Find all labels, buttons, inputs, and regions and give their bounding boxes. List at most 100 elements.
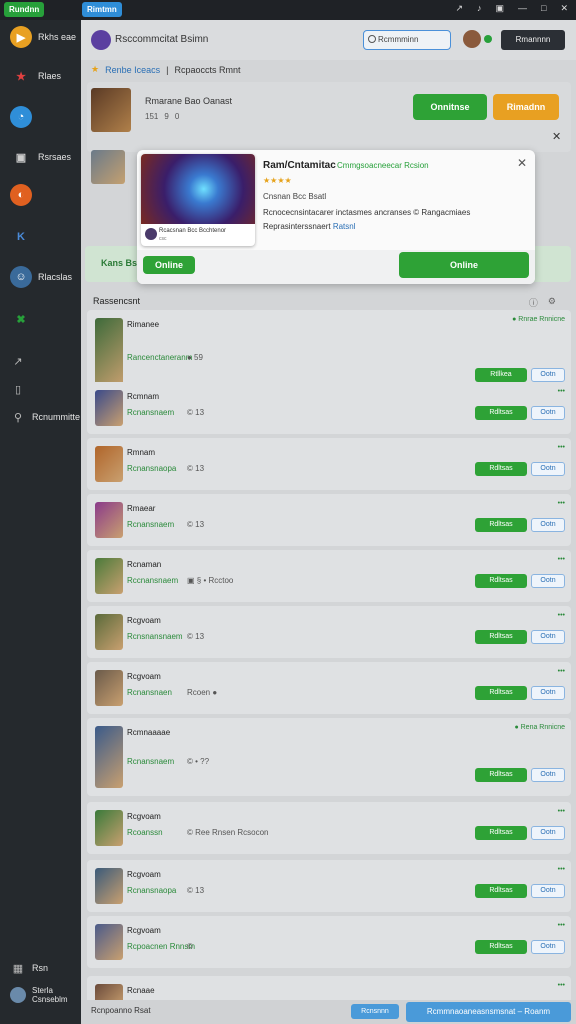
row-badge[interactable]: ● Rnrae Rnnicne bbox=[512, 316, 565, 323]
game-title: Rcgvoam bbox=[127, 870, 161, 879]
sidebar-item-share[interactable]: ↗ bbox=[10, 353, 26, 369]
install-button[interactable]: Rdltsas bbox=[475, 630, 527, 644]
game-thumbnail bbox=[95, 868, 123, 904]
pin-icon[interactable]: ↗ bbox=[455, 3, 463, 14]
open-button[interactable]: Ootn bbox=[531, 768, 565, 782]
list-item[interactable]: Rmaear Rcnansnaem © 13 ••• Rdltsas Ootn bbox=[87, 494, 571, 546]
sidebar-item-community[interactable]: ⚲ Rcnummitte bbox=[10, 409, 80, 425]
row-badge[interactable]: ••• bbox=[558, 808, 565, 815]
sidebar-item-game[interactable]: ◐ bbox=[10, 184, 32, 206]
sidebar-item-label: Rsn bbox=[32, 963, 49, 973]
game-title: Rcgvoam bbox=[127, 926, 161, 935]
popup-footer: Online Online bbox=[137, 250, 535, 284]
close-icon[interactable]: ✕ bbox=[552, 130, 561, 143]
close-icon[interactable]: ✕ bbox=[517, 156, 527, 170]
info-icon[interactable]: ⓘ bbox=[529, 296, 538, 309]
grid-icon: ▦ bbox=[12, 962, 24, 975]
window-titlebar: Rundnn Rimtmn ↗ ♪ ▣ — □ ✕ bbox=[0, 0, 576, 20]
sidebar-item-window[interactable]: ▯ bbox=[10, 381, 26, 397]
run-badge[interactable]: Rundnn bbox=[4, 2, 45, 17]
install-button[interactable]: Rdltsas bbox=[475, 406, 527, 420]
game-card[interactable]: Rcacsnan Bcc Bcchtenor csc bbox=[141, 154, 255, 246]
game-meta: ▣ § • Rcctoo bbox=[187, 576, 234, 585]
download-button[interactable]: Rimadnn bbox=[493, 94, 559, 120]
open-button[interactable]: Ootn bbox=[531, 462, 565, 476]
open-button[interactable]: Ootn bbox=[531, 574, 565, 588]
sidebar-item-tools[interactable]: ✖ bbox=[10, 308, 32, 330]
install-button[interactable]: Rdltsas bbox=[475, 940, 527, 954]
popup-description: Rcnocecnsintacarer inctasmes ancranses ©… bbox=[263, 208, 471, 217]
list-item[interactable]: Rcgvoam Rcpoacnen Rnnsm © ••• Rdltsas Ootn bbox=[87, 916, 571, 968]
list-item[interactable]: Rcmnam Rcnansnaem © 13 ••• Rdltsas Ootn bbox=[87, 382, 571, 434]
avatar[interactable] bbox=[463, 30, 481, 48]
popup-link[interactable]: Ratsnl bbox=[333, 222, 356, 231]
row-badge[interactable]: ••• bbox=[558, 612, 565, 619]
game-meta: © 13 bbox=[187, 886, 205, 895]
star-icon: ★ bbox=[16, 70, 26, 83]
online-button[interactable]: Onnitnse bbox=[413, 94, 487, 120]
install-button[interactable]: Rtllkea bbox=[475, 368, 527, 382]
list-item[interactable]: Rcgvoam Rcnansnaen Rcoen ● ••• Rdltsas Ootn bbox=[87, 662, 571, 714]
install-button[interactable]: Rdltsas bbox=[475, 518, 527, 532]
install-button[interactable]: Rdltsas bbox=[475, 884, 527, 898]
sidebar-item-discover[interactable]: ◔ bbox=[10, 106, 32, 128]
row-badge[interactable]: ••• bbox=[558, 500, 565, 507]
list-item[interactable]: Rcgvoam Rcnansnaopa © 13 ••• Rdltsas Ootn bbox=[87, 860, 571, 912]
row-badge[interactable]: ••• bbox=[558, 668, 565, 675]
list-item[interactable]: Rcnaman Rccnansnaem ▣ § • Rcctoo ••• Rdltsas… bbox=[87, 550, 571, 602]
search-input[interactable]: Rcmmminn bbox=[363, 30, 451, 50]
breadcrumb-link[interactable]: Renbe Iceacs bbox=[105, 65, 160, 75]
row-badge[interactable]: ● Rena Rnnicne bbox=[514, 724, 565, 731]
online-large-button[interactable]: Online bbox=[399, 252, 529, 278]
install-button[interactable]: Rdltsas bbox=[475, 768, 527, 782]
minimize-icon[interactable]: — bbox=[518, 3, 527, 14]
open-button[interactable]: Ootn bbox=[531, 518, 565, 532]
list-item[interactable]: Rcgvoam Rcoanssn © Ree Rnsen Rcsocon ••• Rdl… bbox=[87, 802, 571, 854]
open-button[interactable]: Ootn bbox=[531, 630, 565, 644]
sidebar-item-library[interactable]: ▣ Rsrsaes bbox=[10, 146, 71, 168]
game-thumbnail bbox=[95, 614, 123, 650]
gift-icon[interactable]: ▣ bbox=[496, 3, 505, 14]
row-badge[interactable]: ••• bbox=[558, 922, 565, 929]
account-button[interactable]: Rmannnn bbox=[501, 30, 565, 50]
sidebar-item-label: Rsrsaes bbox=[38, 152, 72, 162]
row-badge[interactable]: ••• bbox=[558, 444, 565, 451]
install-button[interactable]: Rdltsas bbox=[475, 462, 527, 476]
open-button[interactable]: Ootn bbox=[531, 884, 565, 898]
install-button[interactable]: Rdltsas bbox=[475, 686, 527, 700]
sidebar-item-k[interactable]: K bbox=[10, 226, 32, 248]
sidebar-user[interactable]: Sterla Csnseblm bbox=[10, 986, 68, 1004]
settings-icon[interactable]: ⚙ bbox=[548, 296, 556, 309]
breadcrumb: ★ Renbe Iceacs | Rcpaoccts Rmnt bbox=[91, 64, 241, 75]
tab-badge[interactable]: Rimtmn bbox=[82, 2, 122, 17]
install-button[interactable]: Rdltsas bbox=[475, 574, 527, 588]
list-item[interactable]: Rcmnaaaae Rcnansnaem © • ?? ● Rena Rnnicne R… bbox=[87, 718, 571, 796]
open-button[interactable]: Ootn bbox=[531, 368, 565, 382]
close-icon[interactable]: ✕ bbox=[560, 3, 568, 14]
sidebar-item-profile[interactable]: ☺ Rlacslas bbox=[10, 266, 72, 288]
open-button[interactable]: Ootn bbox=[531, 826, 565, 840]
featured-game-card[interactable]: Rmarane Bao Oanast 151 9 0 Onnitnse Rima… bbox=[87, 82, 571, 152]
breadcrumb-separator: | bbox=[166, 64, 169, 75]
open-button[interactable]: Ootn bbox=[531, 406, 565, 420]
primary-action-button[interactable]: Rcmmnaoaneasnsmsnat – Roanm bbox=[406, 1002, 571, 1022]
online-small-button[interactable]: Online bbox=[143, 256, 195, 274]
row-badge[interactable]: ••• bbox=[558, 388, 565, 395]
bell-icon[interactable]: ♪ bbox=[477, 3, 482, 14]
row-badge[interactable]: ••• bbox=[558, 556, 565, 563]
maximize-icon[interactable]: □ bbox=[541, 3, 546, 14]
open-button[interactable]: Ootn bbox=[531, 940, 565, 954]
row-badge[interactable]: ••• bbox=[558, 866, 565, 873]
sidebar-item-favorites[interactable]: ★ Rlaes bbox=[10, 65, 61, 87]
game-subtitle: Rcnansnaen bbox=[127, 688, 172, 697]
list-item[interactable]: Rmnam Rcnansnaopa © 13 ••• Rdltsas Ootn bbox=[87, 438, 571, 490]
sidebar-item-home[interactable]: ▶ Rkhs eae bbox=[10, 26, 76, 48]
sidebar-item-grid[interactable]: ▦ Rsn bbox=[10, 960, 48, 976]
open-button[interactable]: Ootn bbox=[531, 686, 565, 700]
install-button[interactable]: Rdltsas bbox=[475, 826, 527, 840]
row-badge[interactable]: ••• bbox=[558, 982, 565, 989]
game-meta: © 13 bbox=[187, 464, 205, 473]
game-title: Rcnaman bbox=[127, 560, 162, 569]
list-item[interactable]: Rcgvoam Rcnsnansnaem © 13 ••• Rdltsas Ootn bbox=[87, 606, 571, 658]
secondary-action-button[interactable]: Rcnsnnn bbox=[351, 1004, 399, 1019]
